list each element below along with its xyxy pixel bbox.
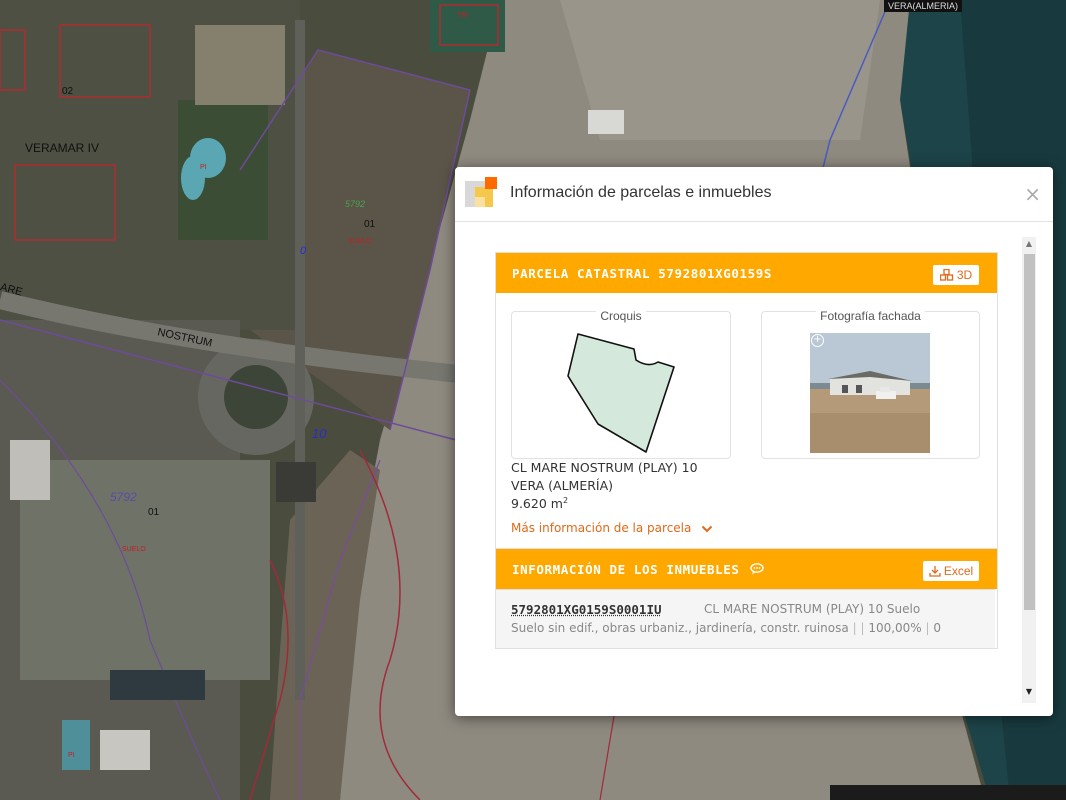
parcel-sketch[interactable] [512, 312, 730, 458]
parcel-area-unit-sup: 2 [562, 496, 569, 505]
inmuebles-header: INFORMACIÓN DE LOS INMUEBLES Excel [496, 549, 997, 589]
map-label-veramar: VERAMAR IV [25, 141, 100, 155]
inmuebles-panel: INFORMACIÓN DE LOS INMUEBLES Excel 57928… [495, 548, 998, 649]
map-label-5792: 5792 [110, 490, 137, 504]
separator: | [860, 621, 865, 635]
croquis-box[interactable]: Croquis [511, 309, 731, 459]
more-parcel-info-link[interactable]: Más información de la parcela [511, 521, 713, 535]
inmuebles-header-title: INFORMACIÓN DE LOS INMUEBLES [512, 562, 740, 577]
scroll-down-arrow-icon[interactable]: ▼ [1022, 687, 1036, 696]
more-parcel-info-label: Más información de la parcela [511, 521, 692, 535]
croquis-title: Croquis [596, 309, 646, 323]
facade-photo-title: Fotografía fachada [816, 309, 925, 323]
map-label-number-10: 10 [312, 426, 327, 441]
excel-label: Excel [943, 564, 974, 578]
scroll-up-arrow-icon[interactable]: ▲ [1022, 239, 1036, 248]
parcel-area-value: 9.620 m [511, 496, 563, 512]
inmueble-value: 0 [933, 621, 942, 635]
close-button[interactable]: × [1024, 184, 1041, 204]
parcela-header: PARCELA CATASTRAL 5792801XG0159S 3D [496, 253, 997, 293]
speech-bubble-icon[interactable] [749, 563, 764, 575]
inmueble-row[interactable]: 5792801XG0159S0001IU CL MARE NOSTRUM (PL… [496, 589, 995, 648]
inmueble-address: CL MARE NOSTRUM (PLAY) 10 Suelo [704, 602, 921, 616]
facade-photo-image [810, 333, 930, 453]
map-label-02: 02 [62, 86, 74, 97]
zoom-in-icon[interactable]: + [811, 334, 824, 347]
excel-export-button[interactable]: Excel [923, 561, 979, 581]
separator: | [925, 621, 930, 635]
scrollbar-thumb[interactable] [1024, 254, 1035, 610]
map-location-label: VERA(ALMERIA) [883, 0, 962, 12]
facade-photo[interactable]: + [810, 333, 930, 453]
parcel-address-line1: CL MARE NOSTRUM (PLAY) 10 [511, 460, 698, 475]
map-label-pi-2: PI [68, 752, 75, 759]
facade-photo-box[interactable]: Fotografía fachada + [761, 309, 980, 459]
separator: | [852, 621, 857, 635]
vertical-scrollbar[interactable]: ▲ ▼ [1022, 237, 1036, 703]
view-3d-button[interactable]: 3D [933, 265, 979, 285]
parcel-address-line2: VERA (ALMERÍA) [511, 478, 614, 493]
chevron-down-icon [701, 525, 713, 532]
modal-header: Información de parcelas e inmuebles × [455, 167, 1053, 222]
cubes-icon [939, 269, 953, 281]
map-label-suelo-2: SUELO [122, 546, 146, 553]
modal-title: Información de parcelas e inmuebles [510, 184, 772, 201]
map-label-tbi: TBI [457, 12, 468, 19]
parcela-header-title: PARCELA CATASTRAL 5792801XG0159S [512, 266, 773, 281]
inmueble-description: Suelo sin edif., obras urbaniz., jardine… [511, 621, 941, 635]
map-label-5792-green: 5792 [345, 199, 366, 209]
inmueble-percent: 100,00% [868, 621, 922, 635]
map-label-pi-1: PI [200, 164, 207, 171]
parcela-panel: PARCELA CATASTRAL 5792801XG0159S 3D Croq… [495, 252, 998, 550]
modal-scroll-area[interactable]: PARCELA CATASTRAL 5792801XG0159S 3D Croq… [455, 222, 1053, 712]
inmueble-use: Suelo sin edif., obras urbaniz., jardine… [511, 621, 849, 635]
catastro-logo-icon [465, 177, 499, 211]
parcel-area: 9.620 m2 [511, 496, 568, 511]
download-icon [929, 566, 941, 577]
parcel-info-modal: Información de parcelas e inmuebles × PA… [455, 167, 1053, 716]
map-label-01b: 01 [148, 507, 160, 518]
view-3d-label: 3D [956, 268, 973, 282]
map-label-01a: 01 [364, 219, 376, 230]
map-label-zero: 0 [300, 245, 307, 257]
inmueble-ref-link[interactable]: 5792801XG0159S0001IU [511, 602, 662, 617]
map-label-suelo-1: SUELO [348, 238, 372, 245]
